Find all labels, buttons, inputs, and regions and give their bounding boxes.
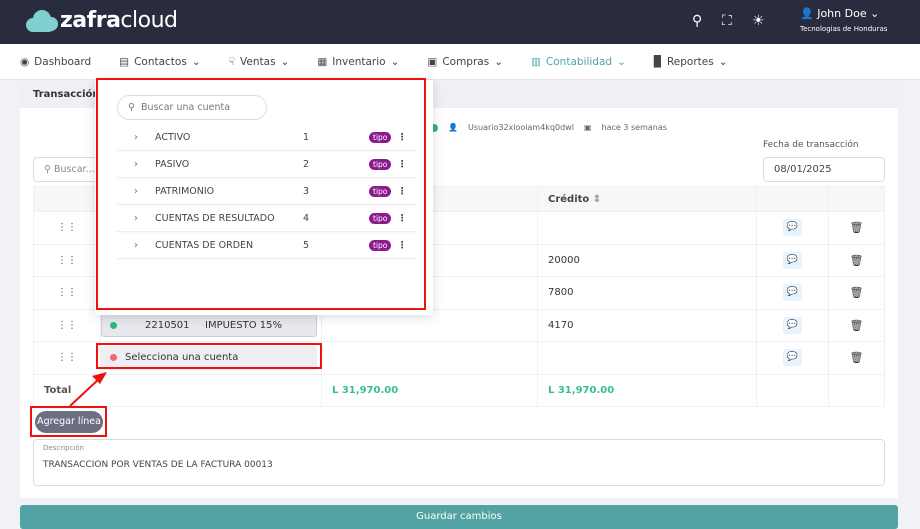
- annotation-arrow: [69, 372, 107, 407]
